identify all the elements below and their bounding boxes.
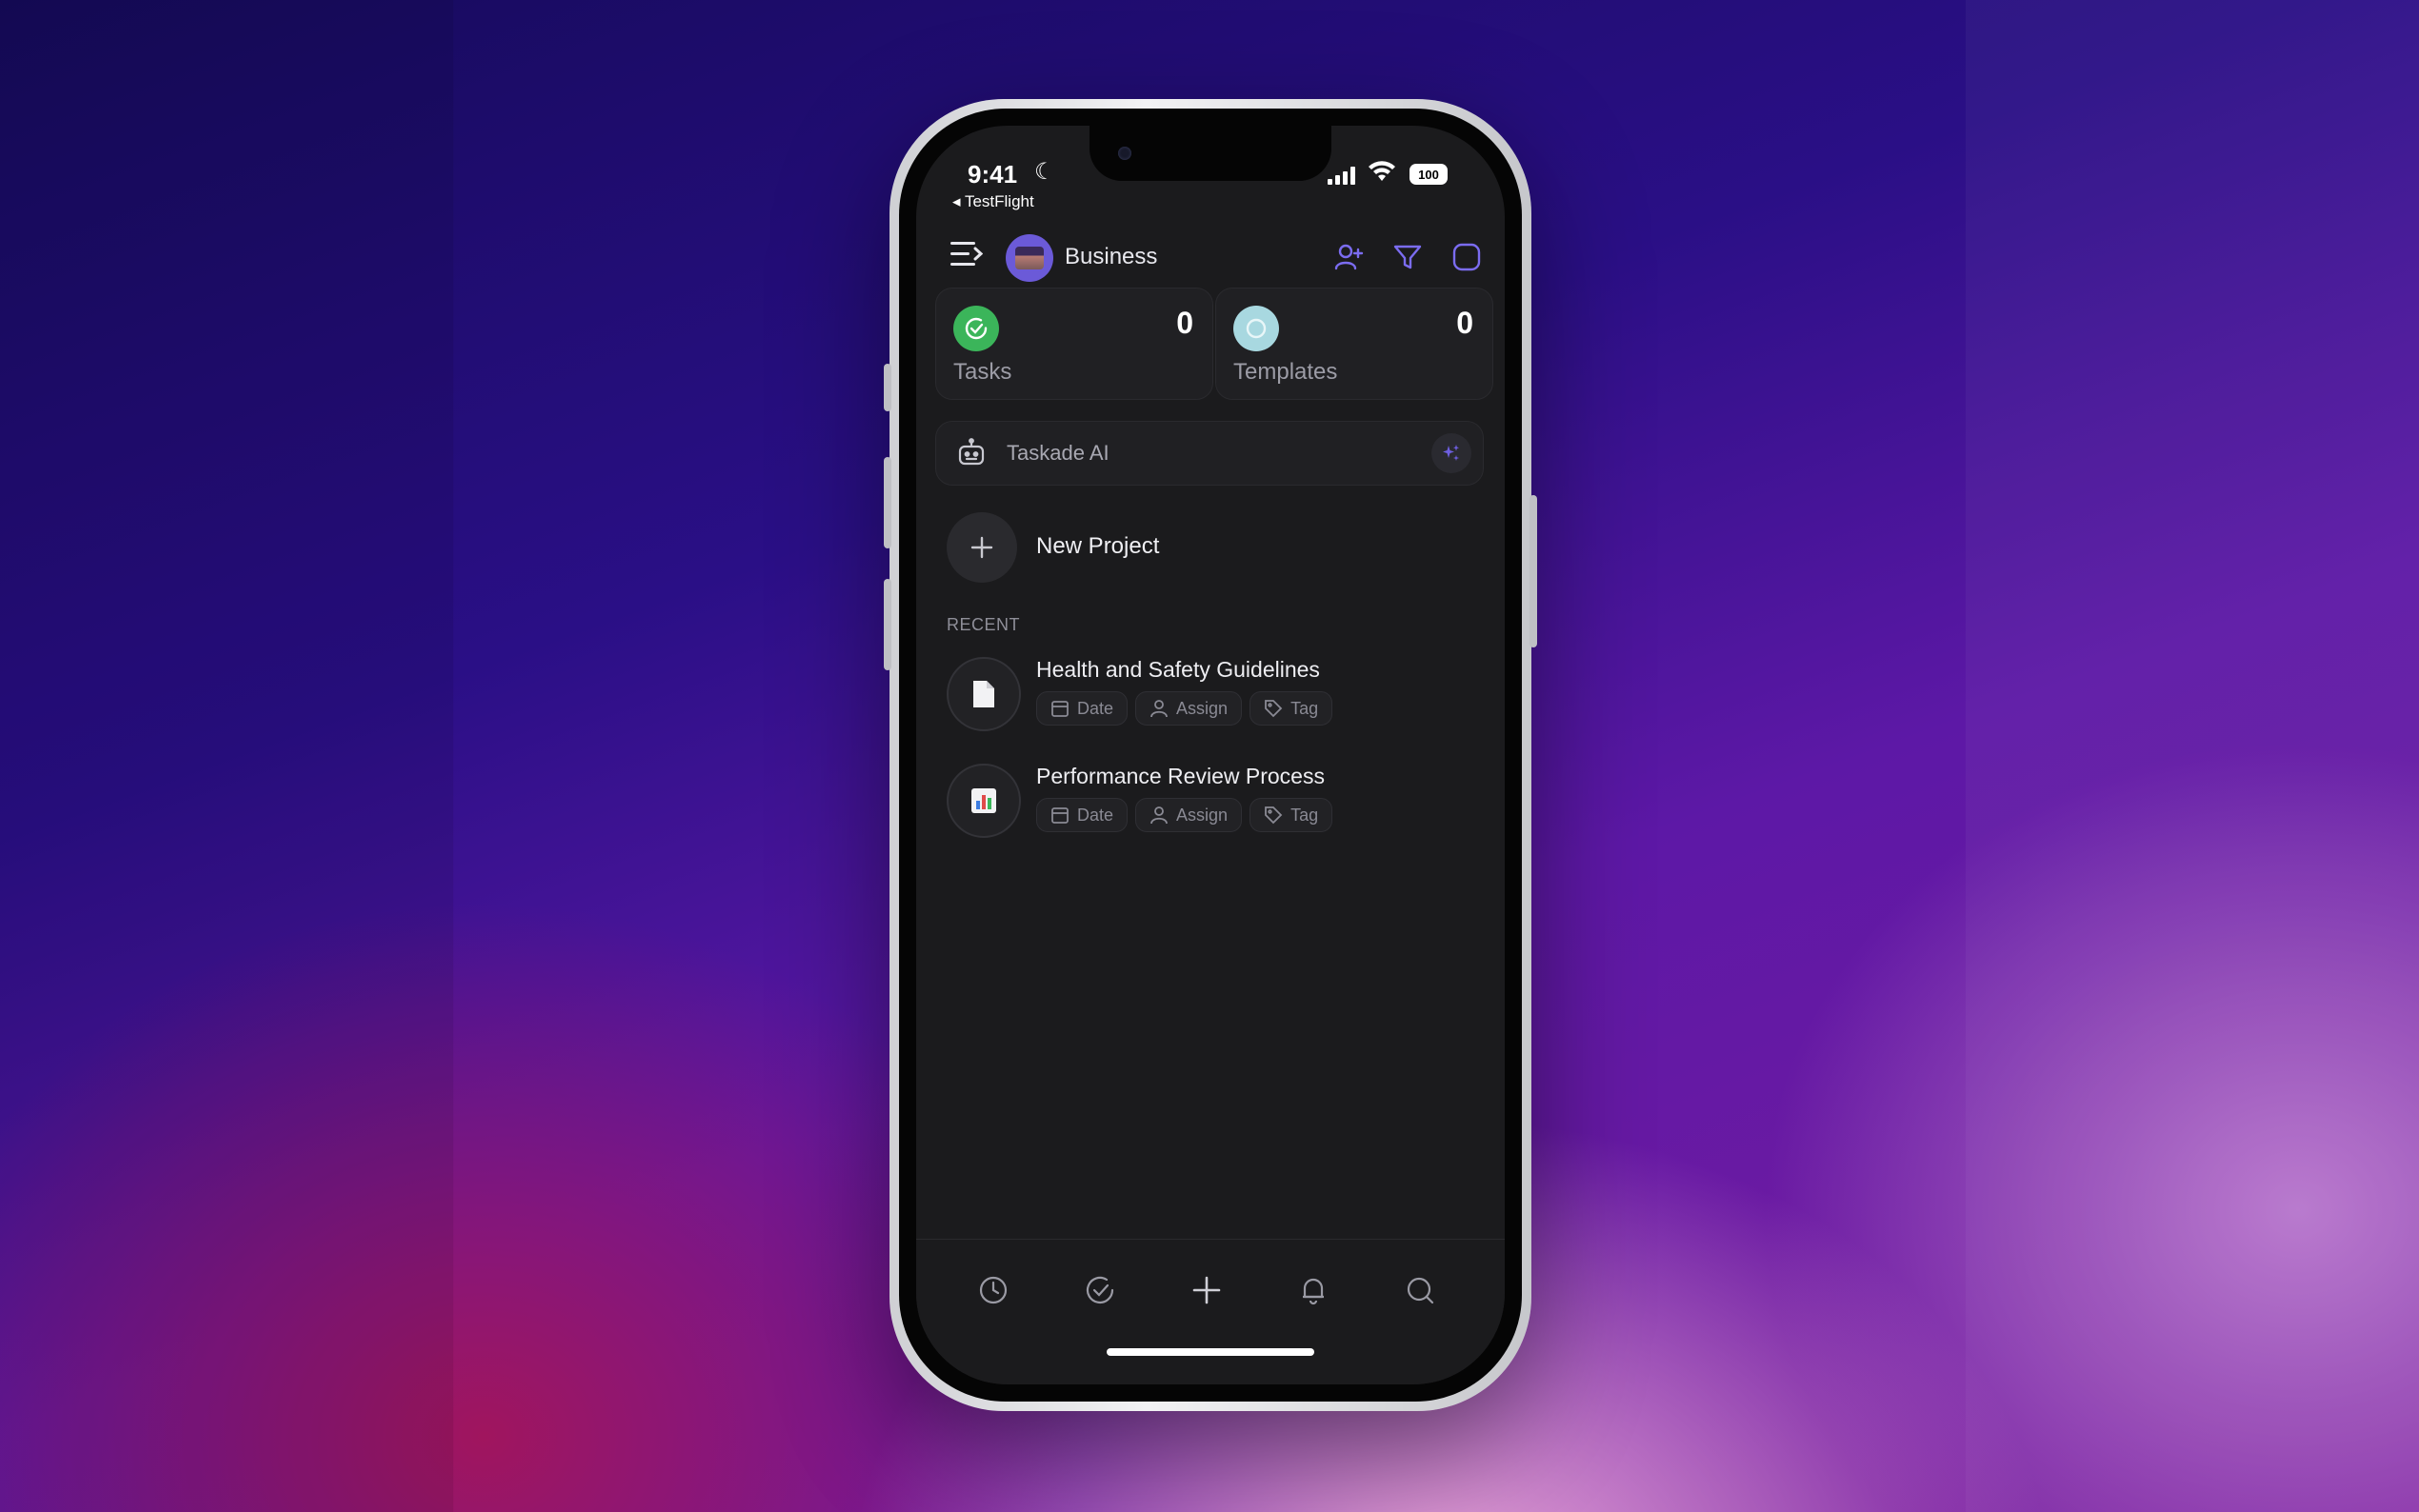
cellular-signal-icon [1328,166,1355,185]
project-item-performance-review[interactable]: Performance Review Process Date Assign T… [947,764,1480,849]
filter-icon[interactable] [1389,238,1427,276]
person-icon [1150,806,1168,825]
calendar-icon [1051,807,1069,824]
home-indicator[interactable] [1107,1348,1314,1356]
date-chip-label: Date [1077,805,1114,825]
search-icon[interactable] [1396,1266,1444,1314]
assign-chip[interactable]: Assign [1135,798,1243,832]
date-chip-label: Date [1077,698,1114,718]
taskade-ai-label: Taskade AI [1007,441,1110,465]
tag-icon [1265,806,1283,825]
tasks-card[interactable]: 0 Tasks [935,288,1213,400]
project-chips: Date Assign Tag [1036,798,1333,832]
add-member-icon[interactable] [1329,238,1368,276]
date-chip[interactable]: Date [1036,691,1129,726]
phone-frame: 9:41 ☾ ◂ TestFlight 100 Business 0 Tasks… [884,99,1537,1411]
app-screen: 9:41 ☾ ◂ TestFlight 100 Business 0 Tasks… [916,126,1505,1384]
plus-icon[interactable] [1183,1266,1230,1314]
project-item-health-safety[interactable]: Health and Safety Guidelines Date Assign… [947,657,1480,743]
tag-chip[interactable]: Tag [1249,691,1333,726]
tag-icon [1265,700,1283,718]
new-project-label[interactable]: New Project [1036,533,1159,560]
tasks-label: Tasks [953,359,1012,385]
phone-silent-switch [884,364,891,411]
clock-icon[interactable] [970,1266,1017,1314]
templates-icon [1233,306,1279,351]
phone-volume-down [884,579,891,670]
bottom-tab-bar [916,1239,1505,1384]
document-icon [947,657,1021,731]
moon-icon: ☾ [1034,159,1055,185]
check-circle-icon [953,306,999,351]
sparkle-icon[interactable] [1431,433,1471,473]
phone-power-button [1529,495,1537,647]
project-title: Health and Safety Guidelines [1036,657,1320,682]
wifi-icon [1368,160,1396,188]
phone-bezel: 9:41 ☾ ◂ TestFlight 100 Business 0 Tasks… [899,109,1522,1402]
phone-volume-up [884,457,891,548]
back-to-app-link[interactable]: ◂ TestFlight [952,192,1034,211]
assign-chip-label: Assign [1176,698,1229,718]
bell-icon[interactable] [1289,1266,1337,1314]
templates-label: Templates [1233,359,1338,385]
templates-card[interactable]: 0 Templates [1215,288,1493,400]
bar-chart-icon [947,764,1021,838]
layout-view-icon[interactable] [1448,238,1486,276]
camera [1118,147,1131,160]
background-band-left [0,0,453,1512]
notch [1090,126,1331,181]
tasks-count: 0 [1176,306,1193,340]
assign-chip-label: Assign [1176,805,1229,825]
project-chips: Date Assign Tag [1036,691,1333,726]
assign-chip[interactable]: Assign [1135,691,1243,726]
date-chip[interactable]: Date [1036,798,1129,832]
workspace-avatar[interactable] [1006,234,1053,282]
status-time: 9:41 [968,160,1018,189]
person-icon [1150,700,1168,718]
workspace-avatar-image [1015,247,1044,269]
tag-chip[interactable]: Tag [1249,798,1333,832]
recent-heading: RECENT [947,615,1021,634]
taskade-ai-bar[interactable]: Taskade AI [935,421,1484,486]
new-project-button[interactable] [947,512,1017,583]
tag-chip-label: Tag [1290,805,1319,825]
project-title: Performance Review Process [1036,764,1325,788]
workspace-name[interactable]: Business [1065,244,1157,270]
tag-chip-label: Tag [1290,698,1319,718]
check-circle-icon[interactable] [1076,1266,1124,1314]
calendar-icon [1051,701,1069,717]
battery-indicator: 100 [1409,164,1448,185]
background-band-right [1966,0,2419,1512]
plus-icon [970,536,993,559]
robot-icon [955,437,988,474]
templates-count: 0 [1456,306,1473,340]
menu-icon[interactable] [950,240,984,273]
